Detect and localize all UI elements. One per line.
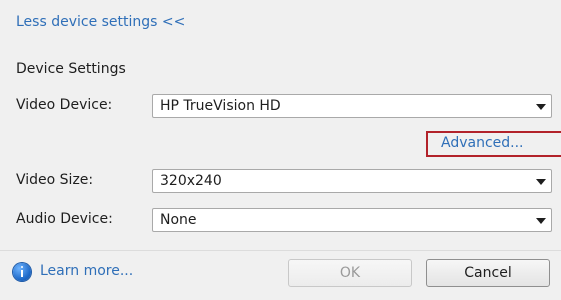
video-device-value: HP TrueVision HD	[160, 98, 281, 114]
video-device-label: Video Device:	[16, 97, 113, 113]
less-device-settings-link[interactable]: Less device settings <<	[16, 14, 185, 30]
section-title: Device Settings	[16, 61, 126, 77]
chevron-down-icon	[536, 104, 546, 110]
audio-device-value: None	[160, 212, 197, 228]
video-size-label: Video Size:	[16, 172, 94, 188]
learn-more-link[interactable]: Learn more...	[40, 263, 133, 279]
ok-button[interactable]: OK	[288, 259, 412, 287]
audio-device-label: Audio Device:	[16, 211, 113, 227]
video-device-select[interactable]: HP TrueVision HD	[152, 94, 552, 118]
device-settings-panel: Less device settings << Device Settings …	[0, 0, 561, 300]
audio-device-select[interactable]: None	[152, 208, 552, 232]
footer-divider	[0, 250, 561, 251]
advanced-link[interactable]: Advanced...	[441, 135, 524, 151]
chevron-down-icon	[536, 179, 546, 185]
info-icon[interactable]	[13, 263, 31, 281]
video-size-select[interactable]: 320x240	[152, 169, 552, 193]
cancel-button[interactable]: Cancel	[426, 259, 550, 287]
chevron-down-icon	[536, 218, 546, 224]
video-size-value: 320x240	[160, 173, 222, 189]
